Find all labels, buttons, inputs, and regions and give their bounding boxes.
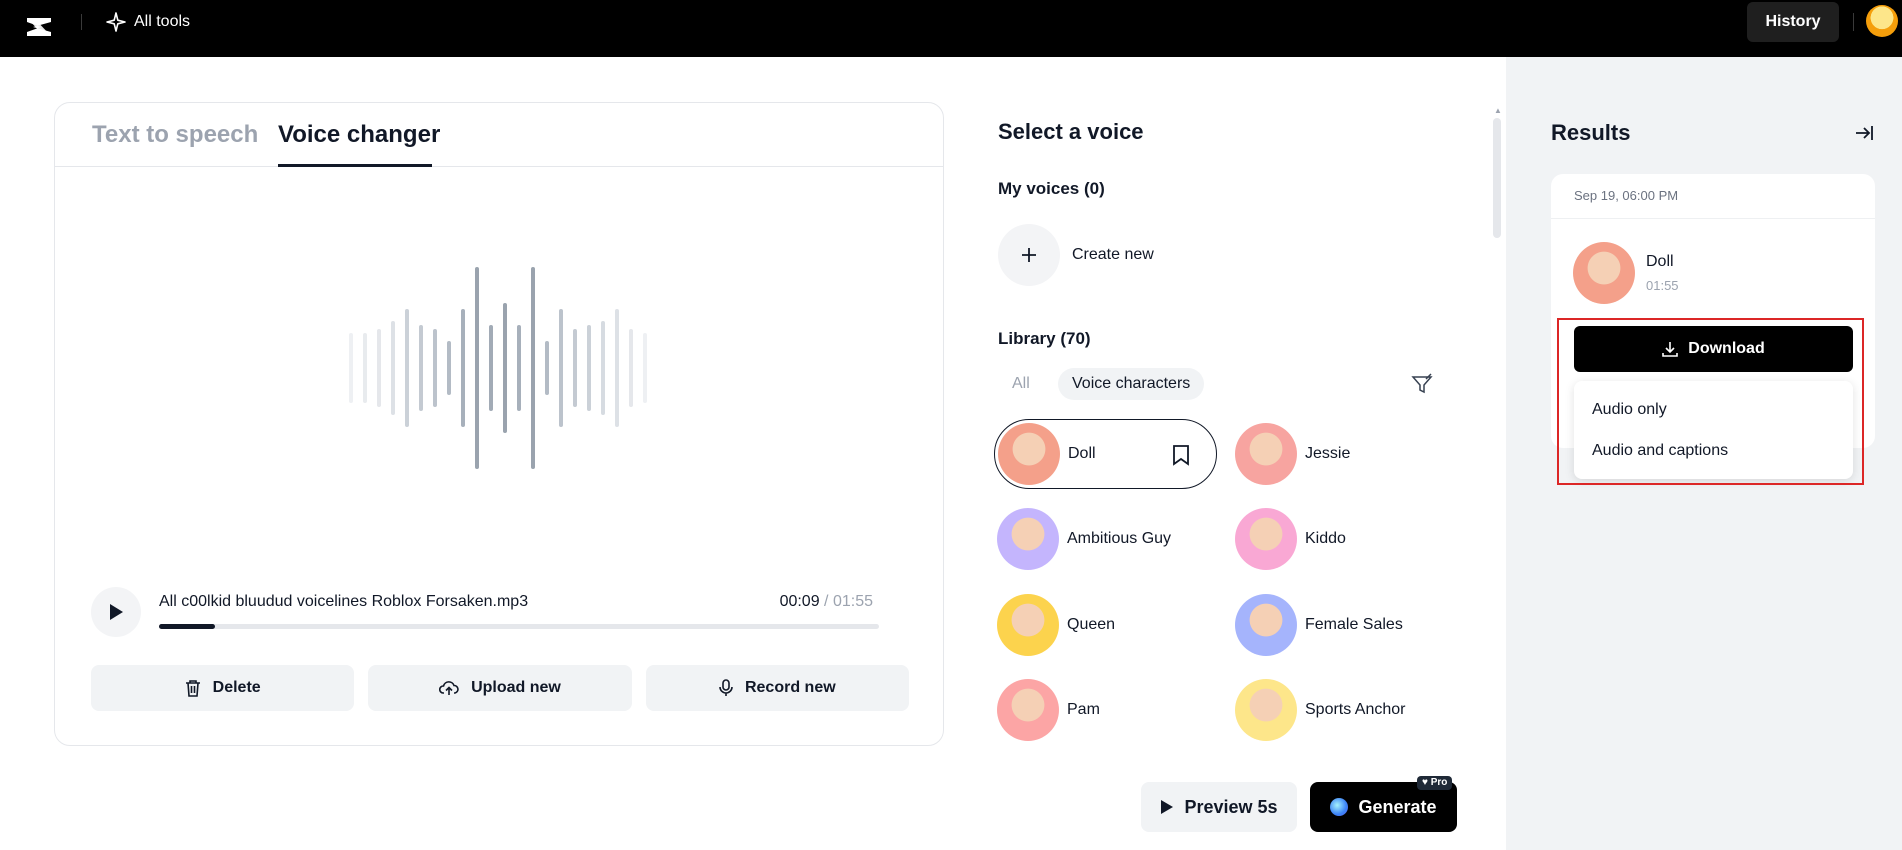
play-icon (110, 604, 123, 620)
audio-file-name: All c00lkid bluudud voicelines Roblox Fo… (159, 593, 529, 610)
voice-name: Queen (1067, 616, 1116, 633)
voice-avatar (1235, 679, 1297, 741)
record-label: Record new (744, 679, 836, 696)
voice-name: Jessie (1305, 445, 1351, 462)
progress-fill (159, 624, 216, 629)
highlight-box (1557, 318, 1864, 485)
filter-chip-voice-characters[interactable]: Voice characters (1058, 368, 1205, 400)
tab-text-to-speech[interactable]: Text to speech (92, 121, 258, 149)
voice-avatar (997, 594, 1059, 656)
delete-button[interactable]: Delete (91, 665, 355, 711)
filter-icon[interactable] (1411, 373, 1433, 395)
voice-avatar (1235, 594, 1297, 656)
preview-button[interactable]: Preview 5s (1141, 782, 1297, 832)
collapse-panel-icon[interactable] (1854, 123, 1874, 143)
all-tools-label: All tools (134, 13, 191, 30)
voice-avatar (997, 679, 1059, 741)
progress-track[interactable] (159, 624, 879, 629)
audio-player: All c00lkid bluudud voicelines Roblox Fo… (91, 587, 909, 639)
voice-name: Female Sales (1305, 616, 1403, 633)
result-voice-avatar (1573, 242, 1635, 304)
active-tab-indicator (278, 164, 432, 167)
upload-label: Upload new (471, 679, 561, 696)
voice-avatar (998, 423, 1060, 485)
result-date: Sep 19, 06:00 PM (1574, 188, 1679, 203)
tab-voice-changer[interactable]: Voice changer (278, 121, 440, 149)
time-separator: / (819, 593, 833, 610)
voice-name: Kiddo (1305, 530, 1346, 547)
playback-time: 00:09 / 01:55 (780, 593, 873, 611)
voice-avatar (997, 508, 1059, 570)
voice-avatar (1235, 423, 1297, 485)
create-new-label: Create new (1072, 246, 1154, 263)
mode-tabs: Text to speech Voice changer (55, 103, 943, 167)
voice-item-female-sales[interactable]: Female Sales (1235, 590, 1455, 660)
voice-name: Doll (1068, 445, 1096, 462)
history-button[interactable]: History (1747, 2, 1839, 42)
generate-orb-icon (1330, 798, 1349, 816)
voice-item-pam[interactable]: Pam (997, 675, 1217, 745)
divider (1853, 13, 1854, 31)
result-voice-name: Doll (1646, 253, 1674, 270)
delete-label: Delete (212, 679, 261, 696)
voice-item-kiddo[interactable]: Kiddo (1235, 504, 1455, 574)
record-new-button[interactable]: Record new (645, 665, 909, 711)
scroll-up-arrow[interactable]: ▲ (1494, 106, 1502, 115)
result-duration: 01:55 (1646, 278, 1679, 293)
voice-changer-card: Text to speech Voice changer All c00lkid… (54, 102, 944, 746)
microphone-icon (719, 679, 733, 696)
filter-chip-all[interactable]: All (1012, 368, 1030, 400)
preview-label: Preview 5s (1184, 796, 1278, 817)
capcut-logo-icon[interactable] (22, 10, 56, 44)
user-avatar[interactable] (1866, 5, 1898, 37)
upload-new-button[interactable]: Upload new (368, 665, 632, 711)
generate-label: Generate (1358, 796, 1437, 817)
play-icon (1161, 800, 1174, 814)
sparkle-icon (106, 12, 126, 32)
voice-name: Ambitious Guy (1067, 530, 1172, 547)
voice-item-queen[interactable]: Queen (997, 590, 1217, 660)
pro-label: Pro (1430, 777, 1448, 788)
bookmark-icon[interactable] (1172, 444, 1190, 466)
divider (1551, 218, 1875, 219)
library-heading: Library (70) (998, 329, 1091, 348)
voice-item-doll[interactable]: Doll (994, 419, 1217, 489)
play-button[interactable] (91, 587, 141, 637)
voice-item-jessie[interactable]: Jessie (1235, 419, 1455, 489)
total-time: 01:55 (832, 593, 873, 610)
plus-icon (998, 224, 1060, 286)
cloud-upload-icon (439, 681, 459, 695)
create-new-voice-button[interactable]: Create new (998, 224, 1154, 286)
my-voices-heading: My voices (0) (998, 179, 1105, 198)
voice-item-ambitious-guy[interactable]: Ambitious Guy (997, 504, 1217, 574)
results-title: Results (1551, 120, 1631, 145)
trash-icon (185, 680, 200, 697)
current-time: 00:09 (779, 593, 820, 610)
voice-list-scrollbar[interactable] (1493, 118, 1501, 238)
voice-name: Sports Anchor (1305, 701, 1406, 718)
voice-name: Pam (1067, 701, 1100, 718)
select-voice-title: Select a voice (998, 119, 1144, 144)
all-tools-button[interactable]: All tools (106, 8, 190, 36)
waveform-graphic (349, 267, 647, 469)
voice-item-sports-anchor[interactable]: Sports Anchor (1235, 675, 1455, 745)
divider (81, 14, 82, 30)
audio-actions: Delete Upload new Record new (91, 665, 909, 711)
voice-avatar (1235, 508, 1297, 570)
pro-badge: ♥ Pro (1417, 776, 1453, 790)
top-bar: All tools History (0, 0, 1902, 57)
